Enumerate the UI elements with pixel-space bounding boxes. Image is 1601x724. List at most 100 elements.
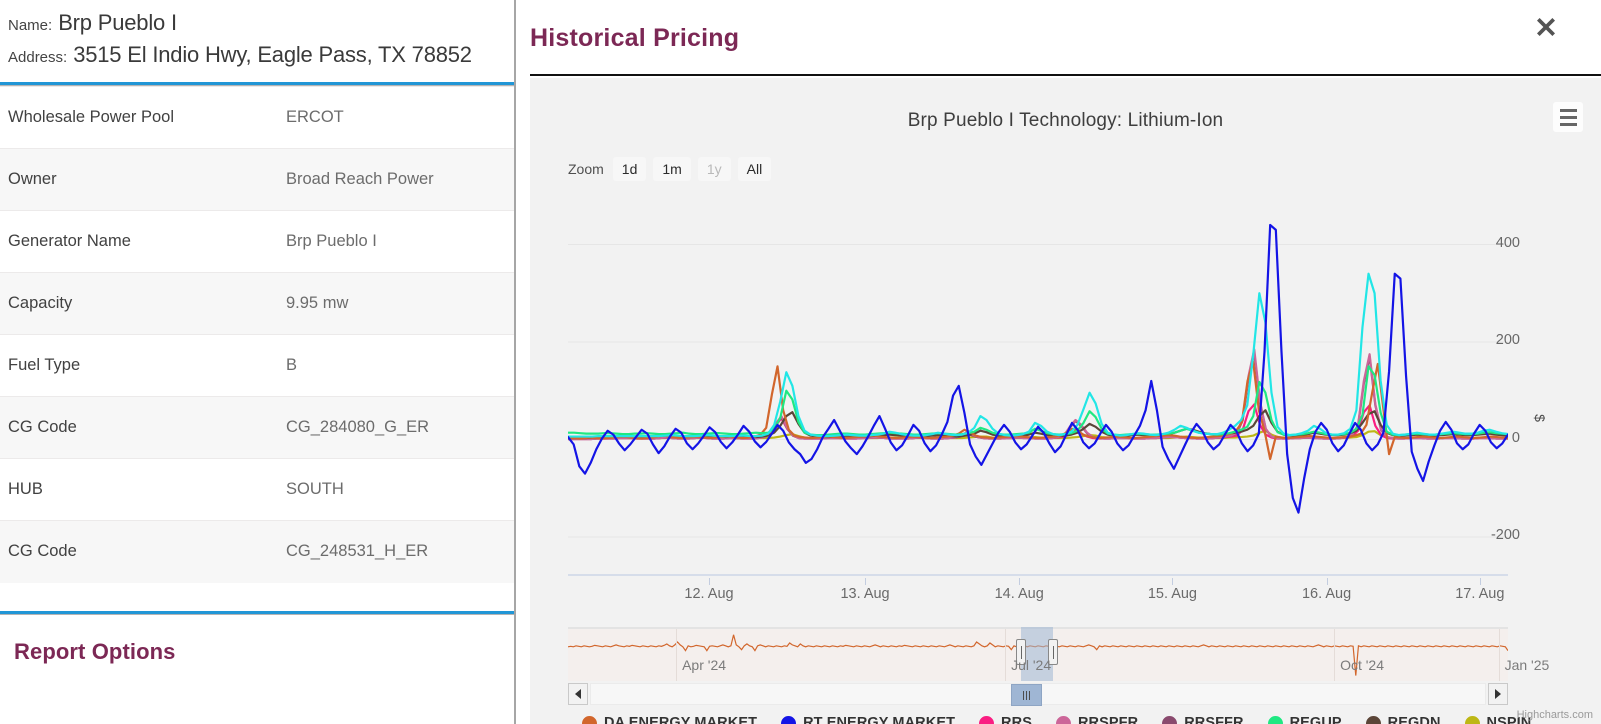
asset-address-value: 3515 El Indio Hwy, Eagle Pass, TX 78852 xyxy=(73,42,472,67)
legend-item-rrsffr[interactable]: RRSFFR xyxy=(1162,712,1243,724)
zoom-button-1d[interactable]: 1d xyxy=(612,157,647,181)
page-title: Historical Pricing xyxy=(530,23,740,52)
attribute-value: ERCOT xyxy=(278,86,514,149)
attribute-value: Broad Reach Power xyxy=(278,148,514,211)
y-axis-tick-label: 0 xyxy=(1511,429,1520,446)
attribute-key: HUB xyxy=(0,458,278,521)
x-axis-tick xyxy=(1019,578,1021,585)
asset-header: Name: Brp Pueblo I Address: 3515 El Indi… xyxy=(0,0,514,70)
scrollbar-track[interactable] xyxy=(590,683,1486,706)
table-row: Fuel Type B xyxy=(0,334,514,397)
attribute-key: Generator Name xyxy=(0,210,278,273)
chart-navigator[interactable]: Apr '24 Jul '24 Oct '24 Jan '25 xyxy=(568,627,1549,681)
x-axis-tick-label: 15. Aug xyxy=(1147,586,1197,602)
legend-item-regdn[interactable]: REGDN xyxy=(1365,712,1441,724)
chevron-left-icon[interactable] xyxy=(568,683,588,705)
report-options-heading: Report Options xyxy=(14,638,176,664)
zoom-label: Zoom xyxy=(568,161,604,177)
zoom-button-1y: 1y xyxy=(697,157,731,181)
zoom-button-all[interactable]: All xyxy=(737,157,772,181)
legend-label: RT ENERGY MARKET xyxy=(803,715,956,724)
legend-color-swatch xyxy=(979,715,995,724)
legend-item-rrs[interactable]: RRS xyxy=(979,712,1032,724)
asset-address-line: Address: 3515 El Indio Hwy, Eagle Pass, … xyxy=(8,38,506,70)
y-axis-tick-label: 400 xyxy=(1495,234,1520,251)
series-line[interactable] xyxy=(568,272,1508,438)
navigator-tick-label: Oct '24 xyxy=(1340,657,1385,673)
attribute-key: Fuel Type xyxy=(0,334,278,397)
attribute-value: CG_248531_H_ER xyxy=(278,520,514,583)
table-row: Owner Broad Reach Power xyxy=(0,148,514,211)
asset-address-label: Address: xyxy=(8,49,68,66)
y-axis-tick-label: 200 xyxy=(1495,332,1520,348)
x-axis-tick xyxy=(865,578,867,585)
chart-legend: DA ENERGY MARKET RT ENERGY MARKET RRS RRSPF… xyxy=(582,712,1562,724)
legend-color-swatch xyxy=(1267,715,1283,724)
grip-icon xyxy=(1023,690,1031,700)
navigator-gridline xyxy=(1005,629,1007,681)
legend-color-swatch xyxy=(1055,715,1071,724)
y-axis-labels: 400 200 0 -200 xyxy=(1468,186,1538,576)
chart-scrollbar[interactable] xyxy=(568,683,1508,706)
navigator-gridline xyxy=(676,629,678,681)
legend-color-swatch xyxy=(1162,715,1178,724)
burger-bar xyxy=(1559,122,1577,126)
header-separator xyxy=(530,74,1601,76)
asset-details-panel: Name: Brp Pueblo I Address: 3515 El Indi… xyxy=(0,0,516,724)
legend-color-swatch xyxy=(781,715,797,724)
legend-label: RRSPFR xyxy=(1077,715,1139,724)
legend-item-da-energy-market[interactable]: DA ENERGY MARKET xyxy=(582,712,757,724)
legend-item-regup[interactable]: REGUP xyxy=(1267,712,1342,724)
attribute-key: CG Code xyxy=(0,396,278,459)
highcharts-container: Brp Pueblo I Technology: Lithium-Ion Zoo… xyxy=(530,78,1601,724)
attribute-key: Capacity xyxy=(0,272,278,335)
y-axis-title: $ xyxy=(1531,414,1548,422)
arrow-glyph xyxy=(1495,689,1501,699)
x-axis-tick-label: 14. Aug xyxy=(994,586,1044,602)
attribute-value: 9.95 mw xyxy=(278,272,514,335)
table-row: Wholesale Power Pool ERCOT xyxy=(0,86,514,149)
x-axis-tick-label: 13. Aug xyxy=(840,586,890,602)
historical-pricing-modal: Historical Pricing Brp Pueblo I Technolo… xyxy=(516,0,1601,724)
legend-label: DA ENERGY MARKET xyxy=(604,715,758,724)
legend-item-rt-energy-market[interactable]: RT ENERGY MARKET xyxy=(781,712,955,724)
legend-item-rrspfr[interactable]: RRSPFR xyxy=(1055,712,1139,724)
arrow-glyph xyxy=(575,689,581,699)
x-axis-labels: 12. Aug 13. Aug 14. Aug 15. Aug 16. Aug 17. A… xyxy=(568,578,1508,610)
navigator-gridline xyxy=(1334,629,1336,681)
navigator-tick-label: Jul '24 xyxy=(1011,657,1052,673)
legend-label: REGUP xyxy=(1289,715,1342,724)
legend-color-swatch xyxy=(1365,715,1381,724)
x-axis-tick-label: 17. Aug xyxy=(1455,586,1505,602)
modal-header: Historical Pricing xyxy=(516,0,1601,76)
navigator-tick-label: Jan '25 xyxy=(1504,657,1550,673)
hamburger-menu-icon[interactable] xyxy=(1553,102,1583,132)
legend-label: REGDN xyxy=(1387,715,1441,724)
x-axis-tick-label: 16. Aug xyxy=(1301,586,1352,602)
navigator-gridline xyxy=(1498,629,1500,681)
x-axis-tick-label: 12. Aug xyxy=(684,586,734,602)
x-axis-tick xyxy=(709,578,710,585)
attribute-key: Wholesale Power Pool xyxy=(0,86,278,149)
table-row: HUB SOUTH xyxy=(0,458,514,521)
attribute-value: SOUTH xyxy=(278,458,514,521)
highcharts-credits[interactable]: Highcharts.com xyxy=(1517,709,1593,721)
legend-color-swatch xyxy=(582,715,597,724)
zoom-button-1m[interactable]: 1m xyxy=(653,157,691,181)
historical-pricing-screen: Name: Brp Pueblo I Address: 3515 El Indi… xyxy=(0,0,1601,724)
x-axis-tick xyxy=(1172,578,1174,585)
close-icon[interactable] xyxy=(1527,8,1565,46)
scrollbar-thumb[interactable] xyxy=(1011,684,1043,706)
attribute-key: CG Code xyxy=(0,520,278,583)
attribute-value: Brp Pueblo I xyxy=(278,210,514,273)
chevron-right-icon[interactable] xyxy=(1488,683,1508,705)
table-row: Generator Name Brp Pueblo I xyxy=(0,210,514,273)
burger-bar xyxy=(1559,115,1577,119)
asset-name-value: Brp Pueblo I xyxy=(58,10,177,35)
legend-label: RRS xyxy=(1001,715,1032,724)
y-axis-tick-label: -200 xyxy=(1490,527,1520,543)
x-axis-tick xyxy=(1326,578,1328,585)
chart-plot-area[interactable] xyxy=(568,186,1508,576)
asset-name-label: Name: xyxy=(8,17,53,34)
zoom-range-selector: Zoom 1d 1m 1y All xyxy=(568,157,772,181)
